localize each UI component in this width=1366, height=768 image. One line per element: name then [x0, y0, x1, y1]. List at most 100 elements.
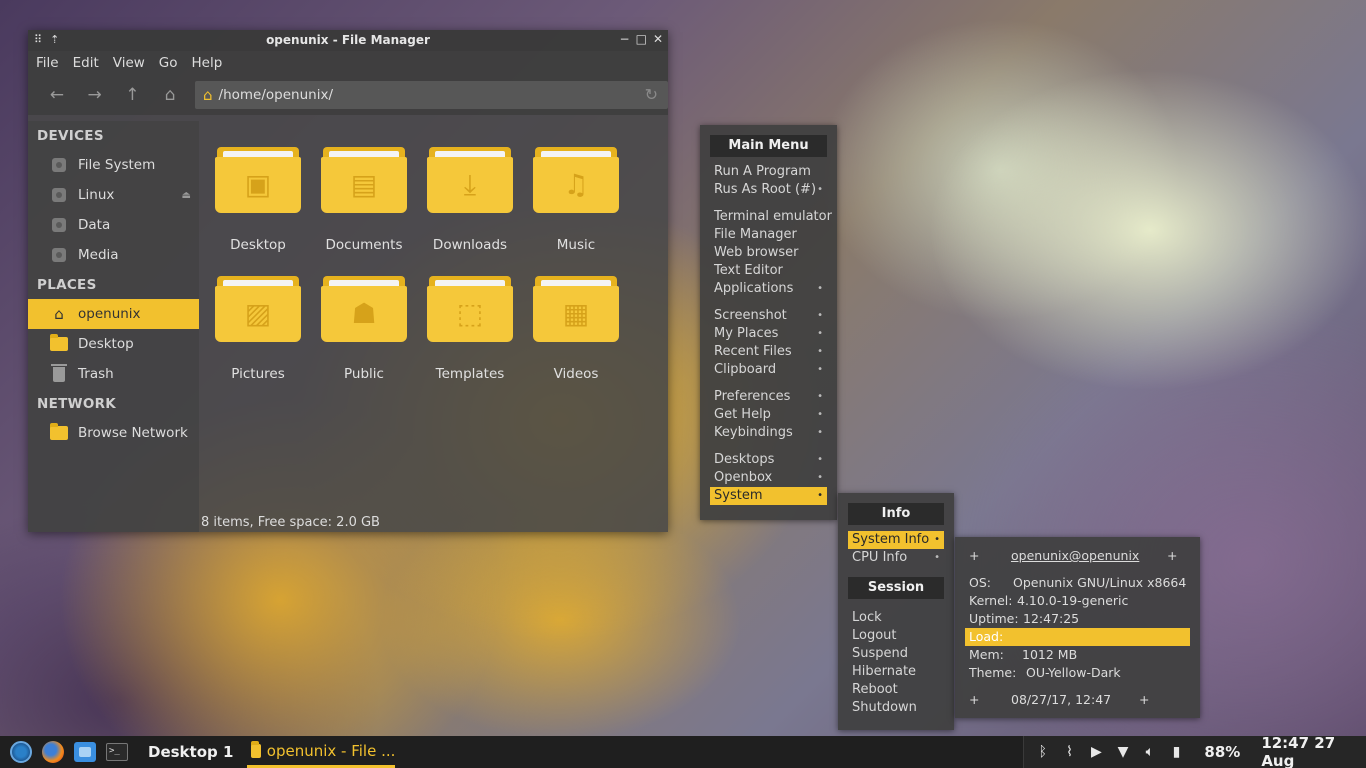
- plus-icon: +: [1167, 548, 1178, 563]
- folder-documents[interactable]: ▤ Documents: [311, 147, 417, 262]
- terminal-icon[interactable]: >_: [104, 739, 130, 765]
- folder-label: Downloads: [432, 237, 508, 253]
- sidebar-item-trash[interactable]: Trash: [28, 359, 199, 389]
- maximize-icon[interactable]: □: [636, 32, 647, 46]
- submenu-arrow-icon: •: [817, 454, 823, 465]
- terminal-tray-icon[interactable]: ▶: [1087, 744, 1105, 760]
- eject-icon[interactable]: ⏏: [182, 190, 191, 201]
- folder-icon: ▦: [533, 276, 619, 342]
- reload-icon[interactable]: ↻: [645, 85, 658, 104]
- folder-downloads[interactable]: ⤓ Downloads: [417, 147, 523, 262]
- menu-item-cpu-info[interactable]: CPU Info •: [838, 549, 954, 567]
- menu-item-recent-files[interactable]: Recent Files •: [700, 343, 837, 361]
- load-label: Load:: [969, 629, 1004, 644]
- battery-icon[interactable]: ▮: [1168, 744, 1186, 760]
- menu-item-my-places[interactable]: My Places •: [700, 325, 837, 343]
- sidebar-item-data[interactable]: Data: [28, 210, 199, 240]
- sidebar-item-openunix[interactable]: ⌂ openunix: [28, 299, 199, 329]
- drive-icon: [50, 186, 68, 204]
- sidebar-network-header: NETWORK: [37, 396, 117, 412]
- folder-public[interactable]: ☗ Public: [311, 276, 417, 391]
- forward-arrow-icon[interactable]: →: [76, 85, 114, 105]
- task-file-manager[interactable]: openunix - File ...: [247, 736, 396, 768]
- menu-item-web-browser[interactable]: Web browser: [700, 244, 837, 262]
- drive-icon: [50, 156, 68, 174]
- clock[interactable]: 12:47 27 Aug: [1261, 734, 1366, 768]
- menu-item-lock[interactable]: Lock: [838, 609, 954, 627]
- music-icon: ♫: [563, 168, 589, 201]
- menu-item-screenshot[interactable]: Screenshot •: [700, 307, 837, 325]
- folder-label: Public: [344, 366, 384, 382]
- sidebar-item-media[interactable]: Media: [28, 240, 199, 270]
- system-info-pane: + openunix@openunix + OS: Openunix GNU/L…: [955, 537, 1200, 718]
- home-icon: ⌂: [54, 305, 64, 323]
- menu-help[interactable]: Help: [192, 55, 223, 71]
- menu-item-desktops[interactable]: Desktops •: [700, 451, 837, 469]
- menu-item-hibernate[interactable]: Hibernate: [838, 663, 954, 681]
- up-arrow-icon[interactable]: ↑: [114, 85, 152, 105]
- file-manager-window: ⠿ ⇡ openunix - File Manager − □ ✕ File E…: [28, 30, 668, 532]
- minimize-icon[interactable]: −: [620, 32, 630, 46]
- sidebar-item-label: Desktop: [78, 336, 134, 352]
- app-launcher-icon[interactable]: [8, 739, 34, 765]
- menu-item-preferences[interactable]: Preferences •: [700, 388, 837, 406]
- sidebar-item-file-system[interactable]: File System: [28, 150, 199, 180]
- wifi-icon[interactable]: ▼: [1114, 744, 1132, 760]
- folder-desktop[interactable]: ▣ Desktop: [205, 147, 311, 262]
- bluetooth-icon[interactable]: ᛒ: [1034, 744, 1052, 760]
- menu-edit[interactable]: Edit: [73, 55, 99, 71]
- folder-templates[interactable]: ⬚ Templates: [417, 276, 523, 391]
- folder-label: Templates: [435, 366, 505, 382]
- menu-item-get-help[interactable]: Get Help •: [700, 406, 837, 424]
- close-icon[interactable]: ✕: [653, 32, 663, 46]
- home-folder-icon: ⌂: [203, 86, 213, 104]
- menu-item-text-editor[interactable]: Text Editor: [700, 262, 837, 280]
- sidebar-item-desktop[interactable]: Desktop: [28, 329, 199, 359]
- firefox-icon[interactable]: [40, 739, 66, 765]
- desktop-switcher[interactable]: Desktop 1: [148, 743, 233, 761]
- sidebar-item-label: Data: [78, 217, 111, 233]
- menu-item-applications[interactable]: Applications •: [700, 280, 837, 298]
- volume-icon[interactable]: 🔈︎: [1141, 744, 1159, 760]
- file-manager-icon[interactable]: [72, 739, 98, 765]
- load-row[interactable]: Load:: [965, 628, 1190, 646]
- menu-item-suspend[interactable]: Suspend: [838, 645, 954, 663]
- menu-item-keybindings[interactable]: Keybindings •: [700, 424, 837, 442]
- menu-item-logout[interactable]: Logout: [838, 627, 954, 645]
- drive-icon: [50, 246, 68, 264]
- location-path: /home/openunix/: [218, 87, 333, 103]
- window-title: openunix - File Manager: [266, 33, 430, 47]
- theme-label: Theme:: [969, 665, 1017, 680]
- folder-videos[interactable]: ▦ Videos: [523, 276, 629, 391]
- menu-item-run-program[interactable]: Run A Program: [700, 163, 837, 181]
- user-host: openunix@openunix: [1011, 548, 1140, 563]
- menu-item-file-manager[interactable]: File Manager: [700, 226, 837, 244]
- menu-item-clipboard[interactable]: Clipboard •: [700, 361, 837, 379]
- theme-value: OU-Yellow-Dark: [1026, 665, 1121, 680]
- menu-view[interactable]: View: [113, 55, 145, 71]
- folder-music[interactable]: ♫ Music: [523, 147, 629, 262]
- back-arrow-icon[interactable]: ←: [38, 85, 76, 105]
- menu-item-run-as-root[interactable]: Rus As Root (#) •: [700, 181, 837, 199]
- menu-item-system[interactable]: System •: [710, 487, 827, 505]
- home-icon[interactable]: ⌂: [151, 85, 189, 105]
- menu-item-reboot[interactable]: Reboot: [838, 681, 954, 699]
- folder-pictures[interactable]: ▨ Pictures: [205, 276, 311, 391]
- uptime-value: 12:47:25: [1023, 611, 1080, 626]
- sidebar-item-linux[interactable]: Linux ⏏: [28, 180, 199, 210]
- menu-file[interactable]: File: [36, 55, 59, 71]
- menu-item-system-info[interactable]: System Info •: [848, 531, 944, 549]
- submenu-arrow-icon: •: [934, 552, 940, 563]
- location-bar[interactable]: ⌂ /home/openunix/ ↻: [195, 81, 668, 109]
- paperclip-icon[interactable]: ⌇: [1061, 744, 1079, 760]
- uptime-label: Uptime:: [969, 611, 1019, 626]
- file-view[interactable]: ▣ Desktop ▤ Documents ⤓ Downloads ♫ Musi…: [199, 121, 668, 532]
- menu-item-terminal[interactable]: Terminal emulator: [700, 208, 837, 226]
- main-menu-header: Main Menu: [710, 135, 827, 157]
- sidebar-item-browse-network[interactable]: Browse Network: [28, 418, 199, 448]
- menu-item-shutdown[interactable]: Shutdown: [838, 699, 954, 717]
- menu-item-openbox[interactable]: Openbox •: [700, 469, 837, 487]
- menu-go[interactable]: Go: [159, 55, 178, 71]
- titlebar[interactable]: ⠿ ⇡ openunix - File Manager − □ ✕: [28, 30, 668, 51]
- trash-icon: [50, 363, 68, 383]
